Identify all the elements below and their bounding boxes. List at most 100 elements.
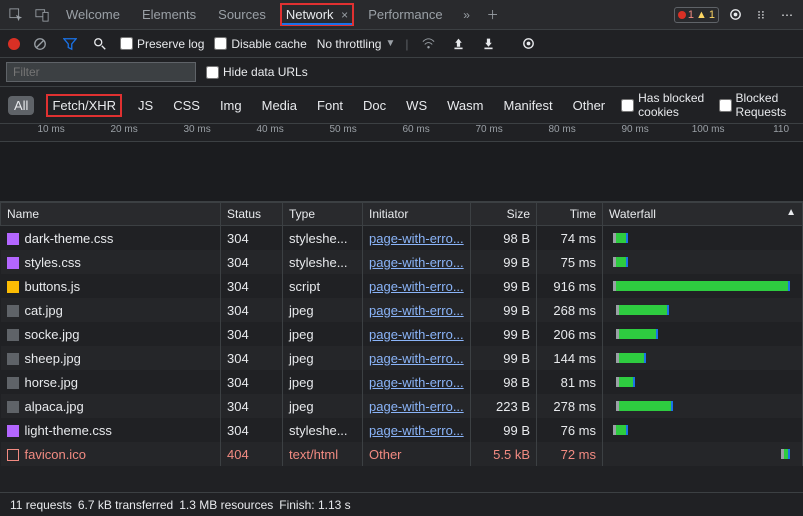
filter-toggle-icon[interactable] xyxy=(60,34,80,54)
request-status: 404 xyxy=(221,442,283,466)
col-waterfall[interactable]: Waterfall▲ xyxy=(603,203,803,226)
table-row[interactable]: horse.jpg304jpegpage-with-erro...98 B81 … xyxy=(1,370,803,394)
request-time: 74 ms xyxy=(537,226,603,251)
table-row[interactable]: socke.jpg304jpegpage-with-erro...99 B206… xyxy=(1,322,803,346)
inspect-icon[interactable] xyxy=(6,5,26,25)
table-row[interactable]: light-theme.css304styleshe...page-with-e… xyxy=(1,418,803,442)
type-fetch-xhr[interactable]: Fetch/XHR xyxy=(46,94,122,117)
request-name: horse.jpg xyxy=(25,375,78,390)
download-icon[interactable] xyxy=(478,34,498,54)
type-filter-bar: All Fetch/XHR JS CSS Img Media Font Doc … xyxy=(0,87,803,124)
initiator-link[interactable]: page-with-erro... xyxy=(369,303,464,318)
initiator-text: Other xyxy=(369,447,402,462)
waterfall-cell xyxy=(609,301,796,319)
col-time[interactable]: Time xyxy=(537,203,603,226)
type-img[interactable]: Img xyxy=(216,96,246,115)
preserve-log-checkbox[interactable]: Preserve log xyxy=(120,37,204,51)
request-name: alpaca.jpg xyxy=(25,399,84,414)
disable-cache-checkbox[interactable]: Disable cache xyxy=(214,37,306,51)
table-row[interactable]: buttons.js304scriptpage-with-erro...99 B… xyxy=(1,274,803,298)
table-row[interactable]: favicon.ico404text/htmlOther5.5 kB72 ms xyxy=(1,442,803,466)
waterfall-cell xyxy=(609,349,796,367)
clear-icon[interactable] xyxy=(30,34,50,54)
col-size[interactable]: Size xyxy=(471,203,537,226)
filter-input[interactable] xyxy=(6,62,196,82)
request-time: 75 ms xyxy=(537,250,603,274)
blocked-requests-checkbox[interactable]: Blocked Requests xyxy=(719,91,795,119)
type-all[interactable]: All xyxy=(8,96,34,115)
status-finish: Finish: 1.13 s xyxy=(279,498,350,512)
initiator-link[interactable]: page-with-erro... xyxy=(369,351,464,366)
initiator-link[interactable]: page-with-erro... xyxy=(369,231,464,246)
initiator-link[interactable]: page-with-erro... xyxy=(369,375,464,390)
request-type: jpeg xyxy=(283,370,363,394)
experiments-icon[interactable]: ⁝⁝ xyxy=(751,5,771,25)
type-css[interactable]: CSS xyxy=(169,96,204,115)
ruler-tick: 100 ms xyxy=(692,124,725,135)
tab-welcome[interactable]: Welcome xyxy=(58,1,128,28)
col-status[interactable]: Status xyxy=(221,203,283,226)
table-row[interactable]: alpaca.jpg304jpegpage-with-erro...223 B2… xyxy=(1,394,803,418)
initiator-link[interactable]: page-with-erro... xyxy=(369,279,464,294)
ruler-tick: 80 ms xyxy=(548,124,575,135)
initiator-link[interactable]: page-with-erro... xyxy=(369,423,464,438)
wifi-icon[interactable] xyxy=(418,34,438,54)
upload-icon[interactable] xyxy=(448,34,468,54)
initiator-link[interactable]: page-with-erro... xyxy=(369,327,464,342)
issue-badges[interactable]: 1 ▲1 xyxy=(674,7,719,23)
table-row[interactable]: sheep.jpg304jpegpage-with-erro...99 B144… xyxy=(1,346,803,370)
more-tabs-icon[interactable]: » xyxy=(457,5,477,25)
ruler-tick: 110 xyxy=(773,124,789,135)
type-js[interactable]: JS xyxy=(134,96,157,115)
request-status: 304 xyxy=(221,394,283,418)
type-other[interactable]: Other xyxy=(569,96,610,115)
file-icon xyxy=(7,329,19,341)
initiator-link[interactable]: page-with-erro... xyxy=(369,255,464,270)
tab-elements[interactable]: Elements xyxy=(134,1,204,28)
ruler-tick: 50 ms xyxy=(329,124,356,135)
table-row[interactable]: dark-theme.css304styleshe...page-with-er… xyxy=(1,226,803,251)
close-icon[interactable]: × xyxy=(341,8,348,22)
type-doc[interactable]: Doc xyxy=(359,96,390,115)
network-toolbar: Preserve log Disable cache No throttling… xyxy=(0,30,803,58)
col-initiator[interactable]: Initiator xyxy=(363,203,471,226)
timeline-overview[interactable] xyxy=(0,142,803,202)
throttling-select[interactable]: No throttling ▼ xyxy=(317,37,396,51)
type-ws[interactable]: WS xyxy=(402,96,431,115)
request-size: 99 B xyxy=(471,418,537,442)
tab-network[interactable]: Network × xyxy=(280,3,354,26)
type-manifest[interactable]: Manifest xyxy=(499,96,556,115)
add-tab-icon[interactable]: ＋ xyxy=(483,5,503,25)
kebab-menu-icon[interactable]: ⋯ xyxy=(777,5,797,25)
type-font[interactable]: Font xyxy=(313,96,347,115)
request-time: 81 ms xyxy=(537,370,603,394)
tab-sources[interactable]: Sources xyxy=(210,1,274,28)
type-media[interactable]: Media xyxy=(258,96,301,115)
request-type: jpeg xyxy=(283,322,363,346)
type-wasm[interactable]: Wasm xyxy=(443,96,487,115)
tab-performance[interactable]: Performance xyxy=(360,1,450,28)
request-status: 304 xyxy=(221,370,283,394)
request-size: 99 B xyxy=(471,274,537,298)
col-name[interactable]: Name xyxy=(1,203,221,226)
search-icon[interactable] xyxy=(90,34,110,54)
device-toggle-icon[interactable] xyxy=(32,5,52,25)
waterfall-cell xyxy=(609,421,796,439)
initiator-link[interactable]: page-with-erro... xyxy=(369,399,464,414)
col-type[interactable]: Type xyxy=(283,203,363,226)
waterfall-cell xyxy=(609,397,796,415)
hide-data-urls-checkbox[interactable]: Hide data URLs xyxy=(206,65,308,79)
request-size: 99 B xyxy=(471,250,537,274)
table-row[interactable]: cat.jpg304jpegpage-with-erro...99 B268 m… xyxy=(1,298,803,322)
panel-settings-icon[interactable] xyxy=(518,34,538,54)
has-blocked-cookies-checkbox[interactable]: Has blocked cookies xyxy=(621,91,706,119)
record-button[interactable] xyxy=(8,38,20,50)
gear-icon[interactable] xyxy=(725,5,745,25)
ruler-tick: 10 ms xyxy=(37,124,64,135)
table-row[interactable]: styles.css304styleshe...page-with-erro..… xyxy=(1,250,803,274)
request-type: jpeg xyxy=(283,298,363,322)
ruler-tick: 70 ms xyxy=(475,124,502,135)
request-status: 304 xyxy=(221,250,283,274)
file-icon xyxy=(7,257,19,269)
request-size: 98 B xyxy=(471,226,537,251)
